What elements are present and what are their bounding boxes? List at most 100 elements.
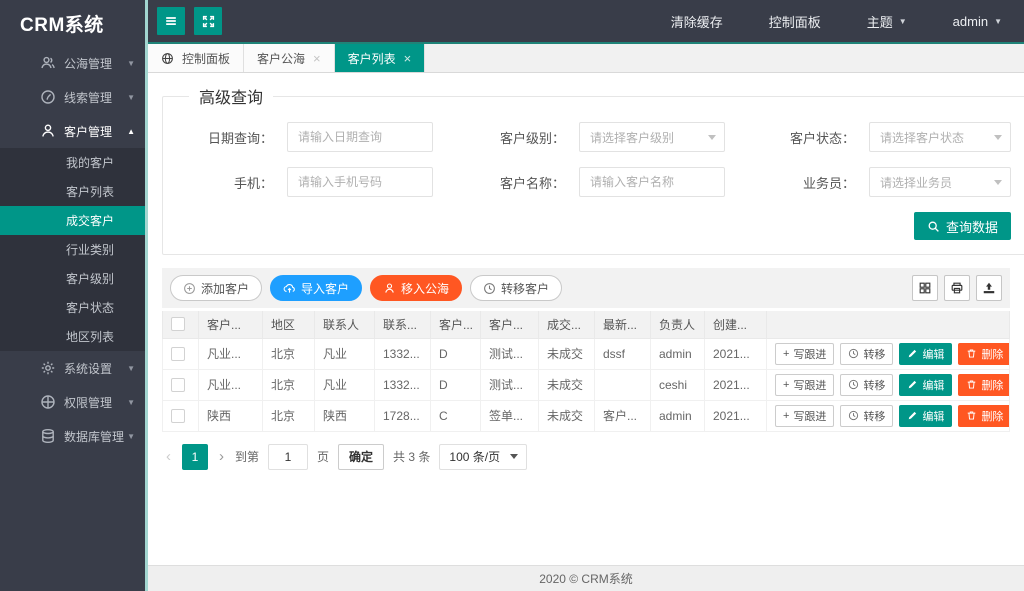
export-button[interactable] [976,275,1002,301]
table-toolbar: 添加客户 导入客户 移入公海 [162,268,1010,308]
delete-button[interactable]: 删除 [958,343,1009,365]
button-label: 编辑 [922,346,944,362]
column-toggle-button[interactable] [912,275,938,301]
cell-contact: 凡业 [315,369,375,400]
select-placeholder: 请选择业务员 [880,174,952,191]
cell-phone: 1332... [375,369,431,400]
cell-contact: 凡业 [315,338,375,369]
goto-prefix-label: 到第 [235,448,259,465]
date-query-input[interactable] [287,122,433,152]
sidebar-item-label: 系统设置 [64,360,112,377]
sidebar-item-label: 数据库管理 [64,428,124,445]
transfer-button[interactable]: 转移 [840,405,893,427]
close-icon[interactable]: × [404,52,412,65]
sidebar-subitem-industry-category[interactable]: 行业类别 [0,235,145,264]
clear-cache-link[interactable]: 清除缓存 [671,12,723,31]
sidebar-subitem-customer-level[interactable]: 客户级别 [0,264,145,293]
plus-circle-icon [183,282,196,295]
close-icon[interactable]: × [313,52,321,65]
follow-up-button[interactable]: +写跟进 [775,374,834,396]
sidebar-item-public-pool[interactable]: 公海管理 ▼ [0,46,145,80]
query-data-button[interactable]: 查询数据 [914,212,1011,240]
sidebar-subitem-customer-list[interactable]: 客户列表 [0,177,145,206]
sidebar-subitem-customer-status[interactable]: 客户状态 [0,293,145,322]
prev-page-icon[interactable]: ‹ [164,448,173,465]
button-label: 写跟进 [793,377,826,393]
page-size-select[interactable]: 100 条/页 [439,444,527,470]
person-icon [383,282,396,295]
fullscreen-button[interactable] [194,7,222,35]
phone-input[interactable] [287,167,433,197]
edit-button[interactable]: 编辑 [899,343,952,365]
confirm-page-button[interactable]: 确定 [338,444,384,470]
cell-level: C [431,400,481,431]
customer-name-input[interactable] [579,167,725,197]
tab-label: 客户列表 [348,50,396,67]
sidebar-item-system-settings[interactable]: 系统设置 ▼ [0,351,145,385]
customer-status-select[interactable]: 请选择客户状态 [869,122,1011,152]
crm-app: CRM系统 公海管理 ▼ 线索管理 ▼ 客户管理 ▲ 我的客户 客户列表 成 [0,0,1024,591]
sidebar-subitem-closed-customers[interactable]: 成交客户 [0,206,145,235]
sidebar-item-customers[interactable]: 客户管理 ▲ [0,114,145,148]
tab-customer-list[interactable]: 客户列表 × [335,44,426,72]
salesman-select[interactable]: 请选择业务员 [869,167,1011,197]
sidebar-item-database[interactable]: 数据库管理 ▼ [0,419,145,453]
move-to-pool-button[interactable]: 移入公海 [370,275,462,301]
trash-icon [966,348,977,359]
table-header-row: 客户... 地区 联系人 联系... 客户... 客户... 成交... 最新.… [163,311,1010,338]
cell-created: 2021... [705,400,767,431]
user-menu[interactable]: admin ▼ [953,14,1002,29]
sidebar-subitem-my-customers[interactable]: 我的客户 [0,148,145,177]
table-tool-icons [912,275,1002,301]
print-button[interactable] [944,275,970,301]
phone-label: 手机： [181,173,273,192]
col-contact: 联系人 [315,311,375,338]
add-customer-button[interactable]: 添加客户 [170,275,262,301]
delete-button[interactable]: 删除 [958,405,1009,427]
row-checkbox[interactable] [171,347,185,361]
row-checkbox[interactable] [171,378,185,392]
chevron-down-icon: ▼ [127,364,135,373]
chevron-up-icon: ▲ [127,127,135,136]
copyright-label: 2020 © CRM系统 [539,570,633,587]
chevron-down-icon: ▼ [127,398,135,407]
table-row: 陕西 北京 陕西 1728... C 签单... 未成交 客户... admin… [163,400,1010,431]
next-page-icon[interactable]: › [217,448,226,465]
clock-icon [848,410,859,421]
sidebar-item-leads[interactable]: 线索管理 ▼ [0,80,145,114]
goto-page-input[interactable] [268,444,308,470]
cell-region: 北京 [263,400,315,431]
tab-dashboard[interactable]: 控制面板 [148,44,244,72]
cell-latest: dssf [595,338,651,369]
follow-up-button[interactable]: +写跟进 [775,343,834,365]
edit-button[interactable]: 编辑 [899,405,952,427]
delete-button[interactable]: 删除 [958,374,1009,396]
transfer-button[interactable]: 转移 [840,343,893,365]
customer-level-select[interactable]: 请选择客户级别 [579,122,725,152]
globe-icon [161,52,174,65]
button-label: 删除 [981,377,1003,393]
transfer-customer-button[interactable]: 转移客户 [470,275,562,301]
button-label: 转移 [863,408,885,424]
button-label: 删除 [981,346,1003,362]
button-label: 转移 [863,346,885,362]
page-number-button[interactable]: 1 [182,444,208,470]
theme-menu[interactable]: 主题 ▼ [867,12,907,31]
cell-phone: 1728... [375,400,431,431]
pagination: ‹ 1 › 到第 页 确定 共 3 条 100 条/页 [162,432,1010,482]
sidebar-item-permissions[interactable]: 权限管理 ▼ [0,385,145,419]
row-checkbox[interactable] [171,409,185,423]
import-customer-button[interactable]: 导入客户 [270,275,362,301]
cell-owner: admin [651,400,705,431]
dashboard-link[interactable]: 控制面板 [769,12,821,31]
edit-button[interactable]: 编辑 [899,374,952,396]
follow-up-button[interactable]: +写跟进 [775,405,834,427]
button-label: 写跟进 [793,346,826,362]
trash-icon [966,410,977,421]
tab-customer-pool[interactable]: 客户公海 × [244,44,335,72]
cell-level: D [431,338,481,369]
collapse-sidebar-button[interactable] [157,7,185,35]
sidebar-subitem-region-list[interactable]: 地区列表 [0,322,145,351]
select-all-checkbox[interactable] [171,317,185,331]
transfer-button[interactable]: 转移 [840,374,893,396]
